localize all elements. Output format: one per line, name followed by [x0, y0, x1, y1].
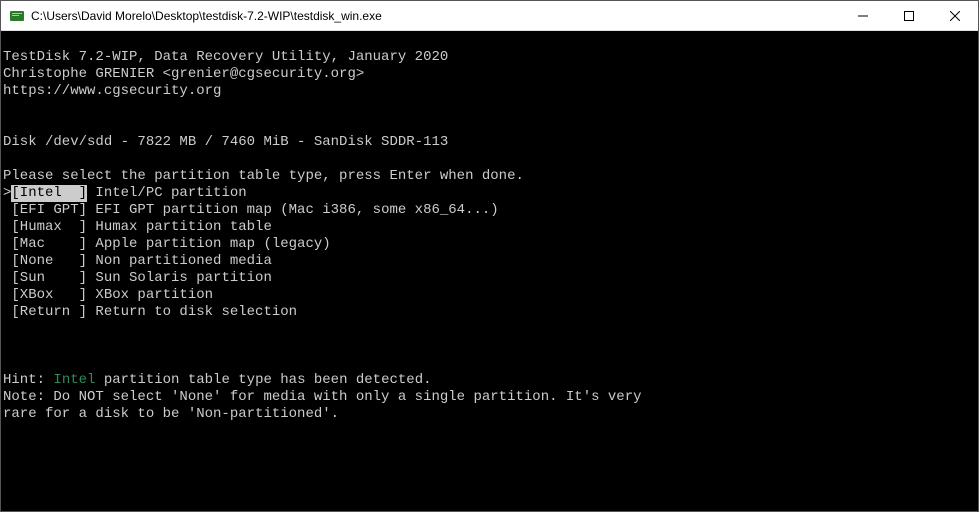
close-button[interactable] — [932, 1, 978, 30]
menu-item-desc: Intel/PC partition — [87, 185, 247, 202]
menu-item[interactable]: [None ] Non partitioned media — [3, 253, 976, 270]
hint-highlight: Intel — [53, 372, 95, 388]
selection-marker — [3, 253, 11, 270]
console-area[interactable]: TestDisk 7.2-WIP, Data Recovery Utility,… — [1, 31, 978, 511]
titlebar[interactable]: C:\Users\David Morelo\Desktop\testdisk-7… — [1, 1, 978, 31]
hint-line: Hint: Intel partition table type has bee… — [3, 372, 432, 388]
window-controls — [840, 1, 978, 30]
prompt-text: Please select the partition table type, … — [3, 168, 524, 184]
menu-item-key: [Sun ] — [11, 270, 87, 287]
menu-item-key: [Return ] — [11, 304, 87, 321]
disk-info: Disk /dev/sdd - 7822 MB / 7460 MiB - San… — [3, 134, 448, 150]
selection-marker: > — [3, 185, 11, 202]
note-line: rare for a disk to be 'Non-partitioned'. — [3, 406, 339, 422]
selection-marker — [3, 304, 11, 321]
menu-item[interactable]: [Sun ] Sun Solaris partition — [3, 270, 976, 287]
menu-item[interactable]: [Return ] Return to disk selection — [3, 304, 976, 321]
menu-item-key: [EFI GPT] — [11, 202, 87, 219]
menu-item-desc: Sun Solaris partition — [87, 270, 272, 287]
header-line: TestDisk 7.2-WIP, Data Recovery Utility,… — [3, 49, 448, 65]
menu-item-key: [None ] — [11, 253, 87, 270]
selection-marker — [3, 236, 11, 253]
menu-item-desc: Non partitioned media — [87, 253, 272, 270]
menu-item-desc: Apple partition map (legacy) — [87, 236, 331, 253]
menu-item[interactable]: >[Intel ] Intel/PC partition — [3, 185, 976, 202]
menu-item-key: [Mac ] — [11, 236, 87, 253]
menu-item-key: [Intel ] — [11, 185, 87, 202]
menu-item-desc: XBox partition — [87, 287, 213, 304]
header-line: https://www.cgsecurity.org — [3, 83, 221, 99]
minimize-button[interactable] — [840, 1, 886, 30]
selection-marker — [3, 270, 11, 287]
menu-item-key: [XBox ] — [11, 287, 87, 304]
app-window: C:\Users\David Morelo\Desktop\testdisk-7… — [0, 0, 979, 512]
menu-item-desc: Humax partition table — [87, 219, 272, 236]
menu-item[interactable]: [Mac ] Apple partition map (legacy) — [3, 236, 976, 253]
selection-marker — [3, 219, 11, 236]
maximize-button[interactable] — [886, 1, 932, 30]
menu-item[interactable]: [EFI GPT] EFI GPT partition map (Mac i38… — [3, 202, 976, 219]
window-title: C:\Users\David Morelo\Desktop\testdisk-7… — [31, 9, 840, 23]
menu-item[interactable]: [XBox ] XBox partition — [3, 287, 976, 304]
header-line: Christophe GRENIER <grenier@cgsecurity.o… — [3, 66, 364, 82]
selection-marker — [3, 202, 11, 219]
menu-item-desc: Return to disk selection — [87, 304, 297, 321]
menu-item-desc: EFI GPT partition map (Mac i386, some x8… — [87, 202, 499, 219]
selection-marker — [3, 287, 11, 304]
partition-type-menu: >[Intel ] Intel/PC partition [EFI GPT] E… — [3, 185, 976, 321]
menu-item-key: [Humax ] — [11, 219, 87, 236]
note-line: Note: Do NOT select 'None' for media wit… — [3, 389, 642, 405]
menu-item[interactable]: [Humax ] Humax partition table — [3, 219, 976, 236]
app-icon — [9, 8, 25, 24]
